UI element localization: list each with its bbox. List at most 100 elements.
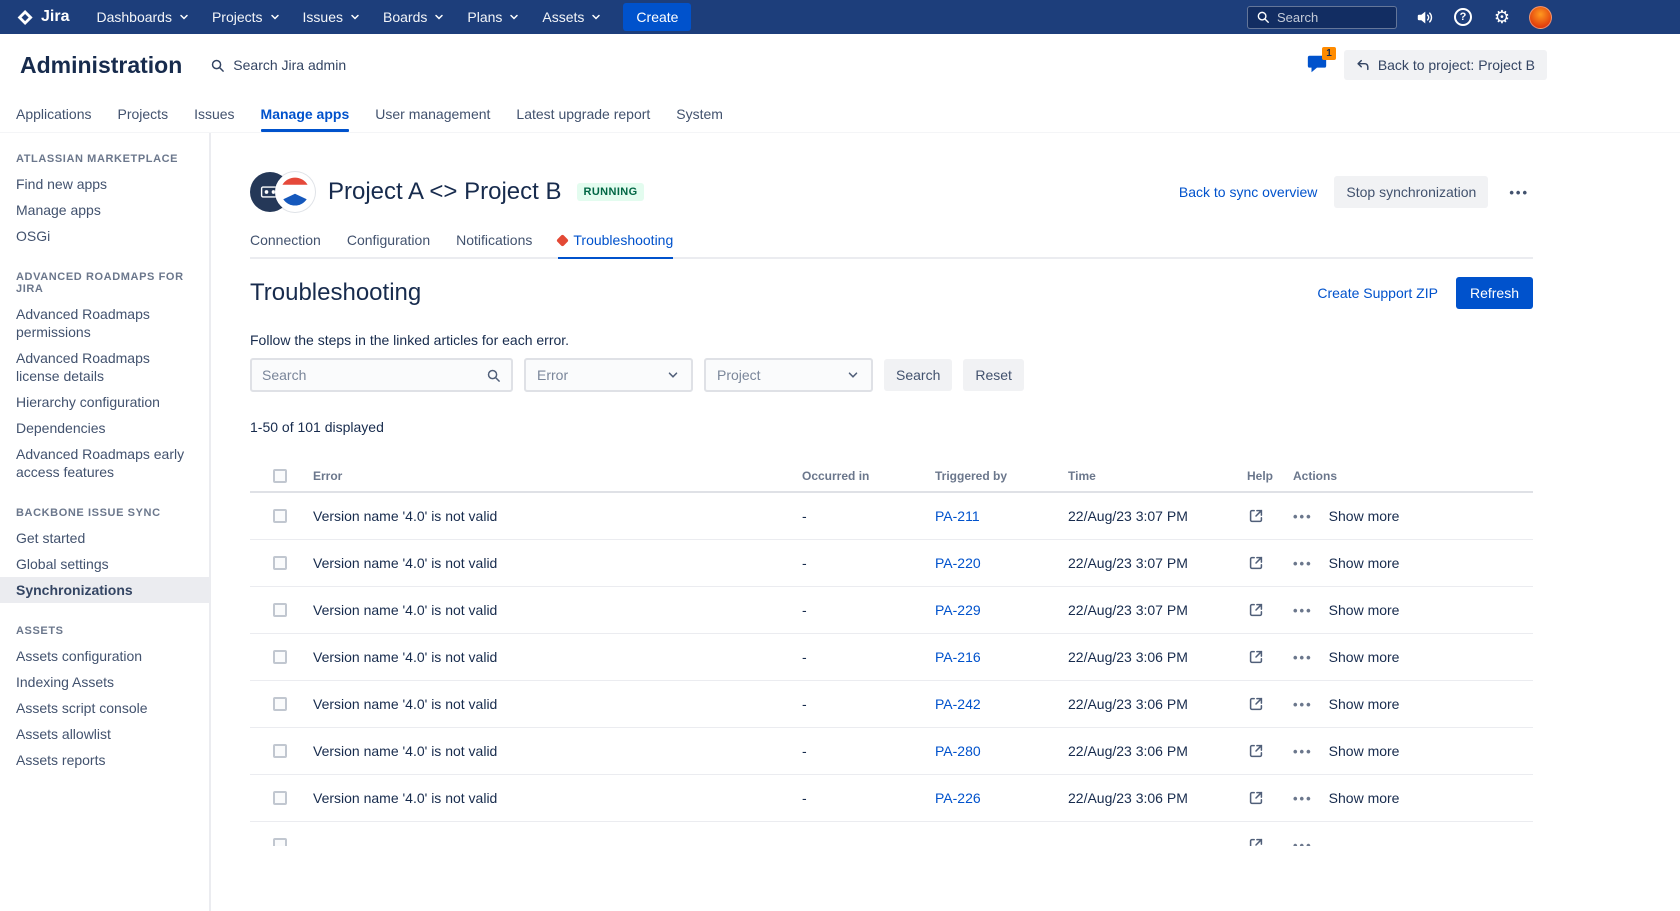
help-external-link-icon[interactable] [1247, 648, 1265, 666]
issue-link[interactable]: PA-211 [935, 508, 980, 524]
help-external-link-icon[interactable] [1247, 601, 1265, 619]
search-button[interactable]: Search [884, 359, 952, 391]
row-checkbox[interactable] [273, 556, 287, 570]
row-checkbox[interactable] [273, 603, 287, 617]
row-more-actions[interactable]: ••• [1293, 697, 1313, 712]
show-more-button[interactable]: Show more [1329, 602, 1400, 618]
sidebar-item[interactable]: Indexing Assets [0, 669, 209, 695]
row-more-actions[interactable]: ••• [1293, 509, 1313, 524]
admin-tab[interactable]: Applications [16, 96, 92, 132]
reset-button[interactable]: Reset [963, 359, 1024, 391]
admin-search[interactable]: Search Jira admin [210, 57, 346, 73]
row-more-actions[interactable]: ••• [1293, 791, 1313, 806]
row-checkbox[interactable] [273, 697, 287, 711]
back-to-sync-overview-link[interactable]: Back to sync overview [1179, 184, 1318, 200]
admin-tab[interactable]: Latest upgrade report [516, 96, 650, 132]
issue-link[interactable]: PA-226 [935, 790, 981, 806]
feedback-megaphone-icon[interactable] [1412, 5, 1436, 29]
sidebar-item[interactable]: Find new apps [0, 171, 209, 197]
nav-menu-item[interactable]: Plans [456, 0, 531, 34]
gear-icon[interactable]: ⚙ [1490, 5, 1514, 29]
create-support-zip-link[interactable]: Create Support ZIP [1317, 285, 1438, 301]
nav-menu-item[interactable]: Issues [292, 0, 372, 34]
sidebar-item[interactable]: Assets script console [0, 695, 209, 721]
sidebar-item[interactable]: Dependencies [0, 415, 209, 441]
stop-synchronization-button[interactable]: Stop synchronization [1334, 176, 1488, 208]
nav-menu-item[interactable]: Assets [531, 0, 613, 34]
issue-link[interactable]: PA-229 [935, 602, 981, 618]
nav-menus: Dashboards Projects Issues Boards Plans … [85, 0, 613, 34]
admin-tab[interactable]: User management [375, 96, 490, 132]
search-input[interactable] [262, 367, 472, 383]
row-more-actions[interactable]: ••• [1293, 650, 1313, 665]
sidebar-item[interactable]: Get started [0, 525, 209, 551]
help-external-link-icon[interactable] [1247, 695, 1265, 713]
sidebar-item[interactable]: Advanced Roadmaps early access features [0, 441, 209, 485]
sidebar: ATLASSIAN MARKETPLACE Find new apps Mana… [0, 133, 211, 911]
sidebar-item[interactable]: Manage apps [0, 197, 209, 223]
sync-tab[interactable]: Notifications [456, 232, 532, 257]
notifications-icon[interactable]: 1 [1306, 53, 1330, 77]
navbar-search[interactable] [1247, 6, 1397, 29]
sync-tab[interactable]: Connection [250, 232, 321, 257]
sync-tab[interactable]: Configuration [347, 232, 430, 257]
issue-link[interactable]: PA-216 [935, 649, 981, 665]
create-button[interactable]: Create [623, 3, 691, 31]
show-more-button[interactable]: Show more [1329, 790, 1400, 806]
sidebar-item[interactable]: Advanced Roadmaps license details [0, 345, 209, 389]
show-more-button[interactable]: Show more [1329, 743, 1400, 759]
help-external-link-icon[interactable] [1247, 789, 1265, 807]
show-more-button[interactable]: Show more [1329, 555, 1400, 571]
issue-link[interactable]: PA-242 [935, 696, 981, 712]
back-to-project-button[interactable]: Back to project: Project B [1344, 50, 1547, 80]
admin-tab[interactable]: Projects [118, 96, 169, 132]
sidebar-item[interactable]: Assets configuration [0, 643, 209, 669]
col-time: Time [1068, 469, 1247, 483]
help-external-link-icon[interactable] [1247, 507, 1265, 525]
refresh-button[interactable]: Refresh [1456, 277, 1533, 309]
admin-tab[interactable]: Manage apps [261, 96, 350, 132]
show-more-button[interactable]: Show more [1329, 649, 1400, 665]
row-checkbox[interactable] [273, 509, 287, 523]
top-navbar: Jira Dashboards Projects Issues Boards P… [0, 0, 1680, 34]
row-checkbox[interactable] [273, 791, 287, 805]
issue-link[interactable]: PA-280 [935, 743, 981, 759]
sidebar-item[interactable]: Advanced Roadmaps permissions [0, 301, 209, 345]
more-actions-button[interactable]: ••• [1505, 181, 1533, 204]
row-checkbox[interactable] [273, 650, 287, 664]
sidebar-item[interactable]: Global settings [0, 551, 209, 577]
sidebar-item[interactable]: Hierarchy configuration [0, 389, 209, 415]
row-more-actions[interactable]: ••• [1293, 838, 1313, 847]
project-filter-dropdown[interactable]: Project [704, 358, 873, 392]
sync-tab[interactable]: Troubleshooting [558, 232, 673, 257]
time-cell: 22/Aug/23 3:06 PM [1068, 790, 1247, 806]
search-icon [1256, 10, 1270, 24]
nav-menu-item[interactable]: Projects [201, 0, 292, 34]
navbar-search-input[interactable] [1277, 10, 1387, 25]
search-field[interactable] [250, 358, 513, 392]
admin-tab[interactable]: Issues [194, 96, 234, 132]
row-checkbox[interactable] [273, 744, 287, 758]
show-more-button[interactable]: Show more [1329, 508, 1400, 524]
row-more-actions[interactable]: ••• [1293, 744, 1313, 759]
show-more-button[interactable]: Show more [1329, 696, 1400, 712]
row-more-actions[interactable]: ••• [1293, 603, 1313, 618]
issue-link[interactable]: PA-220 [935, 555, 981, 571]
row-more-actions[interactable]: ••• [1293, 556, 1313, 571]
sidebar-item[interactable]: OSGi [0, 223, 209, 249]
admin-tab[interactable]: System [676, 96, 723, 132]
nav-menu-item[interactable]: Dashboards [85, 0, 201, 34]
error-filter-dropdown[interactable]: Error [524, 358, 693, 392]
jira-logo[interactable]: Jira [12, 8, 85, 27]
help-icon[interactable]: ? [1451, 5, 1475, 29]
select-all-checkbox[interactable] [273, 469, 287, 483]
help-external-link-icon[interactable] [1247, 742, 1265, 760]
nav-menu-item[interactable]: Boards [372, 0, 456, 34]
help-external-link-icon[interactable] [1247, 554, 1265, 572]
sidebar-item[interactable]: Assets allowlist [0, 721, 209, 747]
row-checkbox[interactable] [273, 838, 287, 846]
sidebar-item[interactable]: Assets reports [0, 747, 209, 773]
help-external-link-icon[interactable] [1247, 836, 1265, 846]
sidebar-item[interactable]: Synchronizations [0, 577, 209, 603]
user-avatar[interactable] [1529, 6, 1552, 29]
